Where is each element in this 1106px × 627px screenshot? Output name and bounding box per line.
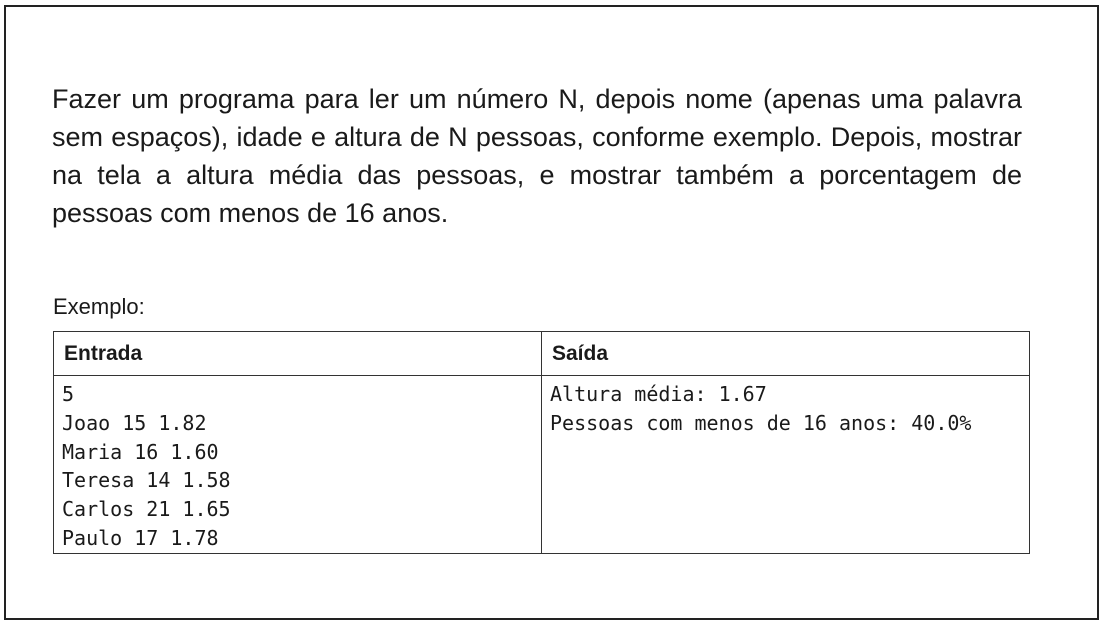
input-lines: 5 Joao 15 1.82 Maria 16 1.60 Teresa 14 1… [62, 380, 533, 553]
input-line: Maria 16 1.60 [62, 439, 219, 464]
input-line: Carlos 21 1.65 [62, 497, 231, 522]
problem-statement: Fazer um programa para ler um número N, … [52, 84, 1022, 228]
input-line: Joao 15 1.82 [62, 410, 207, 435]
input-cell: 5 Joao 15 1.82 Maria 16 1.60 Teresa 14 1… [53, 375, 542, 554]
example-body-row: 5 Joao 15 1.82 Maria 16 1.60 Teresa 14 1… [53, 375, 1030, 554]
input-line: 5 [62, 382, 75, 406]
example-label: Exemplo: [53, 294, 145, 319]
output-line: Altura média: 1.67 [550, 382, 767, 406]
output-line: Pessoas com menos de 16 anos: 40.0% [550, 410, 972, 435]
example-header-row: Entrada Saída [53, 331, 1030, 376]
output-lines: Altura média: 1.67 Pessoas com menos de … [550, 380, 1021, 438]
input-column-header: Entrada [53, 331, 542, 376]
input-line: Teresa 14 1.58 [62, 468, 231, 493]
example-table: Entrada Saída 5 Joao 15 1.82 Maria 16 1.… [53, 331, 1030, 554]
output-column-header: Saída [541, 331, 1030, 376]
input-line: Paulo 17 1.78 [62, 525, 219, 550]
output-cell: Altura média: 1.67 Pessoas com menos de … [541, 375, 1030, 554]
